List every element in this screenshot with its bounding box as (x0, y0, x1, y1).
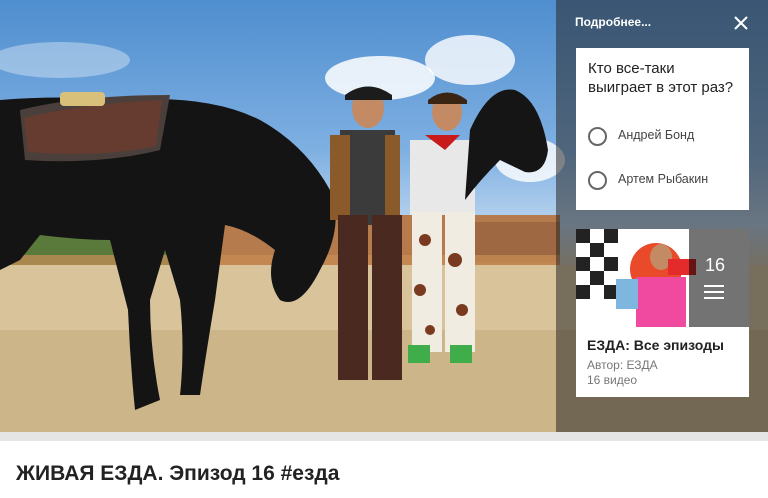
end-screen-panel: Подробнее... Кто все-таки выиграет в это… (556, 0, 768, 432)
divider (0, 432, 768, 441)
radio-button-icon[interactable] (588, 171, 607, 190)
playlist-overlay: 16 (689, 229, 749, 327)
panel-header: Подробнее... (556, 0, 768, 44)
playlist-author: Автор: ЕЗДА (587, 358, 658, 372)
playlist-icon (704, 285, 724, 299)
poll-option[interactable]: Андрей Бонд (588, 125, 740, 149)
poll-card: Кто все-таки выиграет в этот раз? Андрей… (576, 48, 749, 210)
playlist-count-badge: 16 (704, 255, 725, 275)
poll-option[interactable]: Артем Рыбакин (588, 169, 740, 193)
poll-question: Кто все-таки выиграет в этот раз? (588, 60, 734, 96)
close-icon[interactable] (732, 14, 750, 32)
playlist-card[interactable]: 16 ЕЗДА: Все эпизоды Автор: ЕЗДА 16 виде… (576, 229, 749, 397)
radio-button-icon[interactable] (588, 127, 607, 146)
video-title: ЖИВАЯ ЕЗДА. Эпизод 16 #езда (16, 462, 340, 485)
playlist-title[interactable]: ЕЗДА: Все эпизоды (587, 337, 724, 353)
poll-option-label: Артем Рыбакин (618, 172, 709, 186)
poll-option-label: Андрей Бонд (618, 128, 695, 142)
more-info-link[interactable]: Подробнее... (575, 15, 651, 29)
video-player[interactable]: Подробнее... Кто все-таки выиграет в это… (0, 0, 768, 432)
playlist-video-count: 16 видео (587, 373, 638, 387)
playlist-thumbnail[interactable]: 16 (576, 229, 749, 327)
